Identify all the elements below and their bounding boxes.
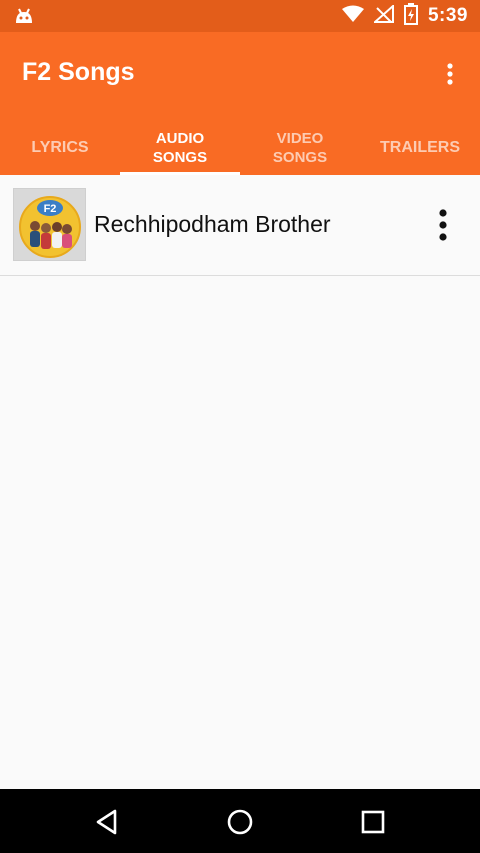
- tab-label: TRAILERS: [380, 139, 460, 156]
- tab-label: VIDEO SONGS: [272, 129, 328, 166]
- more-vert-icon[interactable]: [440, 60, 460, 90]
- recents-icon[interactable]: [356, 805, 390, 839]
- tab-audio-songs[interactable]: AUDIO SONGS: [120, 120, 240, 175]
- tab-trailers[interactable]: TRAILERS: [360, 120, 480, 175]
- tab-label: AUDIO SONGS: [152, 129, 208, 166]
- tab-bar: LYRICS AUDIO SONGS VIDEO SONGS TRAILERS: [0, 120, 480, 175]
- list-item[interactable]: F2 Rechhipodham Brother: [0, 175, 480, 276]
- tab-lyrics[interactable]: LYRICS: [0, 120, 120, 175]
- song-thumbnail: F2: [13, 188, 86, 261]
- navigation-bar: [0, 789, 480, 853]
- more-vert-icon[interactable]: [436, 208, 450, 242]
- android-icon: [14, 7, 34, 30]
- wifi-icon: [341, 5, 364, 28]
- no-signal-icon: [372, 3, 394, 28]
- back-icon[interactable]: [90, 805, 124, 839]
- tab-video-songs[interactable]: VIDEO SONGS: [240, 120, 360, 175]
- thumbnail-logo-text: F2: [43, 203, 56, 215]
- song-list: F2 Rechhipodham Brother: [0, 175, 480, 276]
- tab-label: LYRICS: [31, 139, 89, 156]
- home-icon[interactable]: [223, 805, 257, 839]
- app-bar: F2 Songs LYRICS AUDIO SONGS VIDEO SONGS …: [0, 32, 480, 175]
- battery-charging-icon: [403, 2, 418, 30]
- song-title: Rechhipodham Brother: [94, 211, 331, 237]
- status-time: 5:39: [427, 5, 468, 26]
- status-bar: 5:39: [0, 0, 480, 32]
- app-title: F2 Songs: [22, 58, 135, 86]
